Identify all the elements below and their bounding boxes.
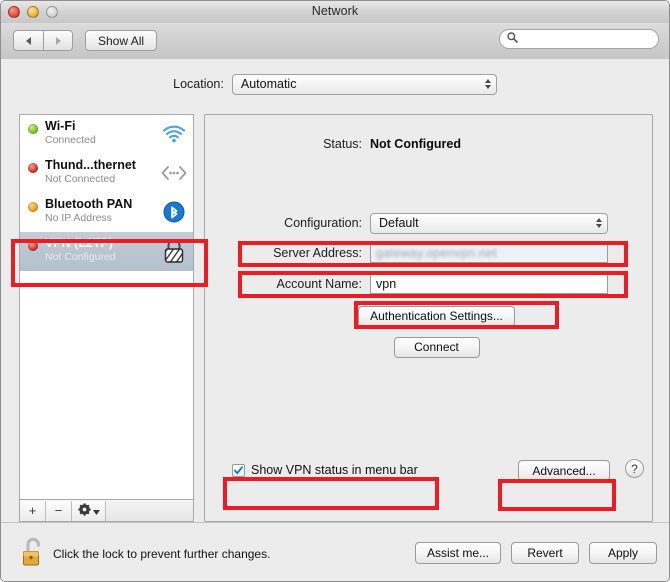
vpn-detail-panel: Status: Not Configured Configuration: De… (204, 114, 653, 522)
content-area: Location: Automatic Wi-Fi Connected Thun… (1, 59, 669, 522)
network-preferences-window: Network Show All Location: Automatic Wi-… (0, 0, 670, 582)
add-service-button[interactable]: + (20, 500, 46, 521)
assist-me-button[interactable]: Assist me... (414, 542, 501, 564)
service-status: Not Configured (45, 251, 116, 264)
status-dot-icon (28, 202, 38, 212)
configuration-row: Configuration: Default (205, 212, 654, 234)
stepper-arrows-icon (596, 218, 602, 228)
auth-settings-row: Authentication Settings... (205, 305, 654, 327)
thunderbolt-ethernet-icon (161, 160, 187, 186)
checkmark-icon (234, 465, 243, 474)
add-service-label: + (28, 503, 37, 518)
revert-button[interactable]: Revert (511, 542, 579, 564)
service-status: Not Connected (45, 173, 116, 186)
lock-message: Click the lock to prevent further change… (53, 547, 271, 561)
account-name-input[interactable]: vpn (370, 274, 608, 294)
sidebar-item-wifi[interactable]: Wi-Fi Connected (20, 115, 193, 154)
status-dot-icon (28, 163, 38, 173)
authentication-settings-button[interactable]: Authentication Settings... (358, 305, 515, 327)
network-services-list[interactable]: Wi-Fi Connected Thund...thernet Not Conn… (19, 114, 194, 500)
server-address-value: gateway.openvpn.net (376, 246, 497, 260)
chevron-down-icon (92, 503, 100, 518)
sidebar-item-bluetooth-pan[interactable]: Bluetooth PAN No IP Address (20, 193, 193, 232)
toolbar: Show All (1, 23, 669, 60)
show-vpn-status-checkbox[interactable]: Show VPN status in menu bar (232, 463, 418, 477)
unlocked-padlock-icon (23, 537, 40, 566)
chevron-right-icon (55, 36, 61, 45)
service-action-menu-button[interactable] (72, 500, 106, 521)
services-list-toolbar: + − (19, 500, 194, 522)
configuration-label: Configuration: (284, 216, 362, 230)
service-status: Connected (45, 134, 96, 147)
connect-button[interactable]: Connect (393, 336, 480, 358)
bottom-buttons: Assist me... Revert Apply (414, 542, 657, 564)
account-name-value: vpn (376, 277, 397, 291)
status-row: Status: Not Configured (205, 137, 654, 151)
account-name-row: Account Name: vpn (205, 273, 654, 295)
apply-button[interactable]: Apply (589, 542, 657, 564)
search-field[interactable] (499, 29, 659, 49)
sidebar-item-thunderbolt-ethernet[interactable]: Thund...thernet Not Connected (20, 154, 193, 193)
checkbox-box[interactable] (232, 463, 245, 477)
window-title: Network (311, 4, 359, 18)
service-status: No IP Address (45, 212, 112, 225)
bluetooth-icon (161, 199, 187, 225)
show-all-label: Show All (98, 33, 145, 48)
service-name: Thund...thernet (45, 158, 136, 172)
lock-button[interactable] (19, 536, 47, 568)
sidebar-item-vpn-l2tp[interactable]: VPN (L2TP) Not Configured (20, 232, 193, 271)
search-icon (507, 32, 518, 46)
help-button[interactable]: ? (625, 459, 644, 478)
forward-button[interactable] (43, 30, 73, 51)
authentication-settings-label: Authentication Settings... (370, 309, 503, 323)
connect-label: Connect (414, 340, 459, 354)
gear-icon (77, 502, 91, 519)
wifi-icon (161, 121, 187, 147)
remove-service-button[interactable]: − (46, 500, 72, 521)
service-name: Bluetooth PAN (45, 197, 133, 211)
bottom-bar: Click the lock to prevent further change… (1, 522, 669, 581)
configuration-popup-button[interactable]: Default (370, 212, 608, 234)
status-value: Not Configured (370, 137, 461, 151)
location-popup-button[interactable]: Automatic (231, 73, 497, 95)
service-name: VPN (L2TP) (45, 236, 114, 250)
advanced-button[interactable]: Advanced... (518, 460, 610, 481)
assist-me-label: Assist me... (426, 546, 489, 560)
chevron-left-icon (26, 36, 31, 45)
server-address-label: Server Address: (273, 246, 362, 260)
stepper-arrows-icon (484, 79, 491, 89)
configuration-value: Default (379, 216, 419, 230)
server-address-input[interactable]: gateway.openvpn.net (370, 243, 608, 263)
search-input[interactable] (522, 33, 642, 45)
back-button[interactable] (13, 30, 43, 51)
vpn-lock-icon (161, 238, 187, 264)
status-dot-icon (28, 124, 38, 134)
location-value: Automatic (240, 77, 297, 91)
status-label: Status: (323, 137, 362, 151)
status-dot-icon (28, 241, 38, 251)
title-bar: Network (1, 1, 669, 24)
revert-label: Revert (527, 546, 563, 560)
location-row: Location: Automatic (1, 73, 669, 95)
show-all-button[interactable]: Show All (85, 30, 158, 51)
apply-label: Apply (607, 546, 639, 560)
server-address-row: Server Address: gateway.openvpn.net (205, 242, 654, 264)
show-vpn-status-label: Show VPN status in menu bar (251, 463, 418, 477)
account-name-label: Account Name: (276, 277, 362, 291)
remove-service-label: − (54, 503, 63, 518)
advanced-label: Advanced... (532, 463, 596, 478)
location-label: Location: (173, 77, 224, 91)
help-label: ? (631, 461, 638, 476)
service-name: Wi-Fi (45, 119, 76, 133)
connect-row: Connect (205, 336, 654, 358)
